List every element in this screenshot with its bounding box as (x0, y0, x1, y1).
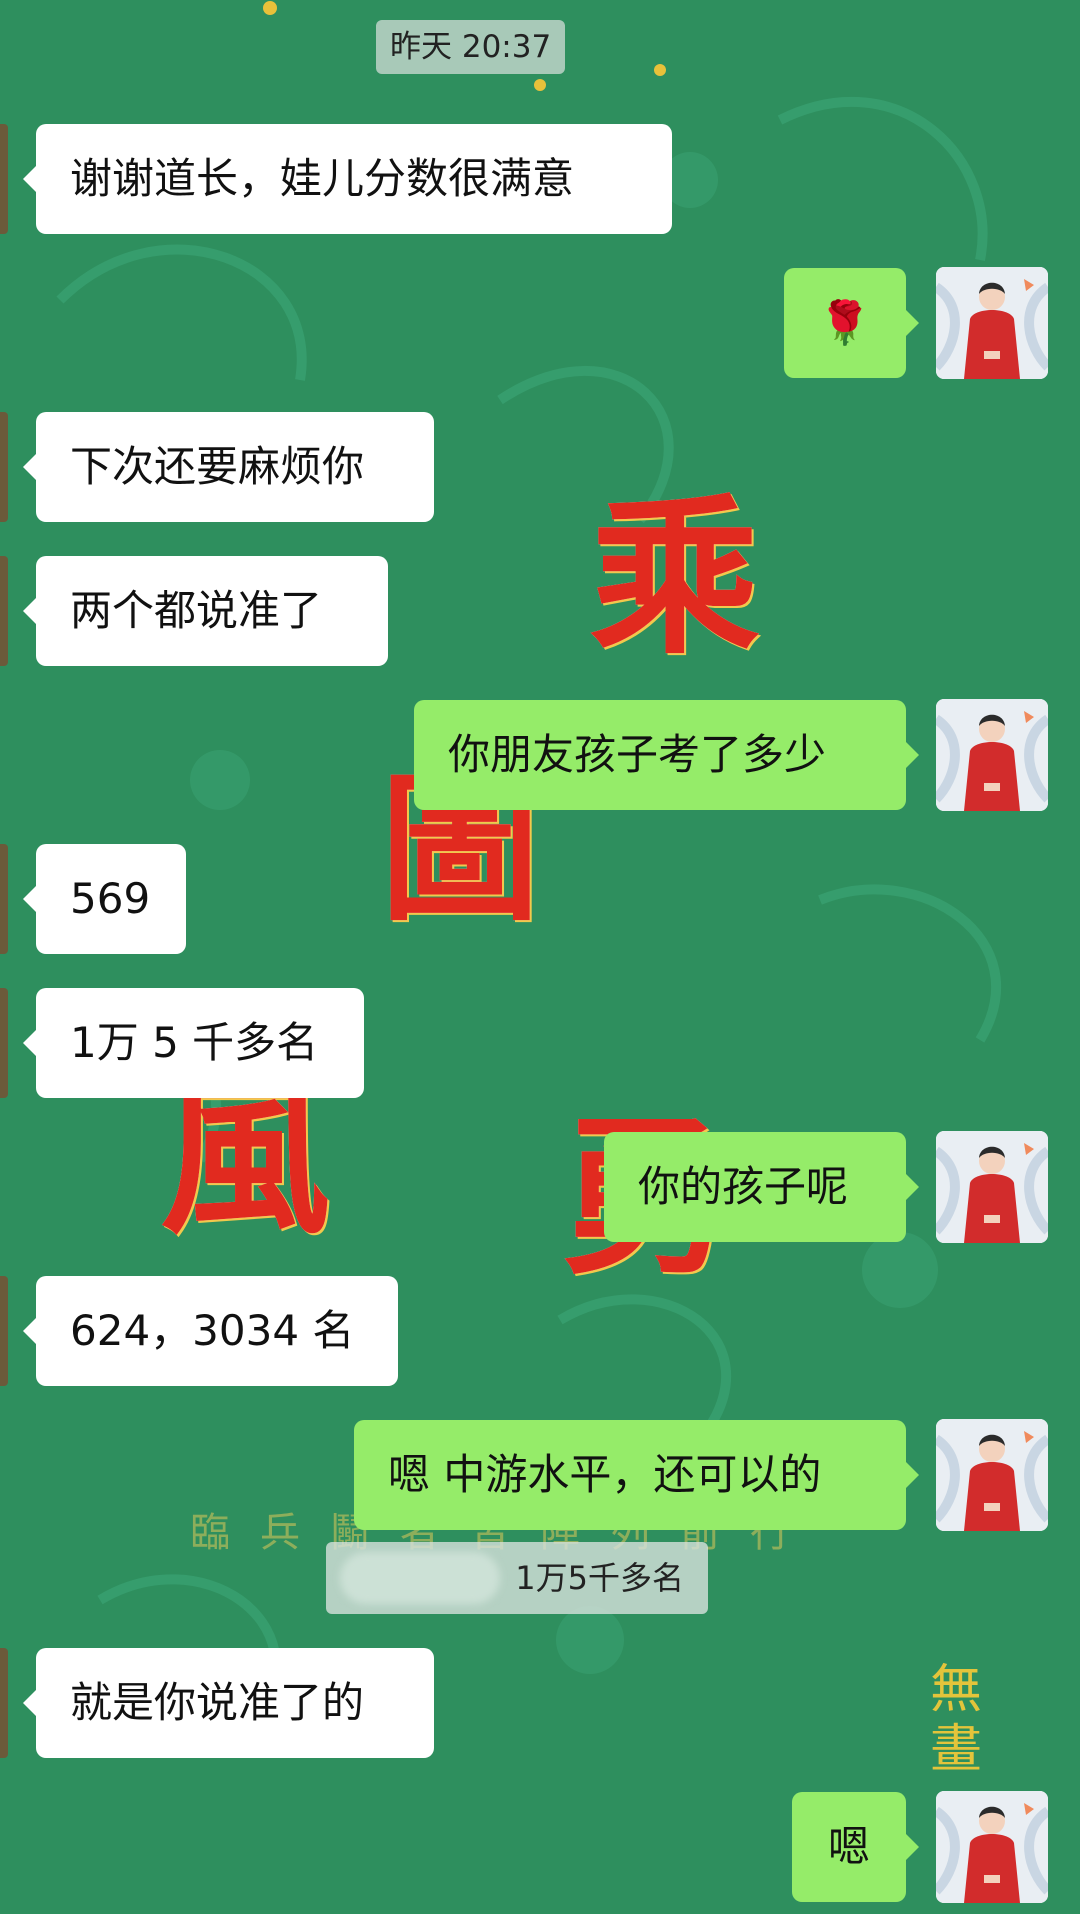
my-avatar[interactable] (936, 1419, 1048, 1531)
my-avatar[interactable] (936, 1791, 1048, 1903)
message-bubble[interactable]: 624，3034 名 (23, 1276, 398, 1386)
background-signature: 無畫 (930, 1660, 983, 1780)
contact-avatar[interactable] (0, 556, 8, 666)
message-bubble[interactable]: 谢谢道长，娃儿分数很满意 (23, 124, 672, 234)
contact-avatar[interactable] (0, 844, 8, 954)
contact-avatar[interactable] (0, 412, 8, 522)
message-bubble[interactable]: 你的孩子呢 (604, 1132, 919, 1242)
redacted-name (340, 1552, 500, 1604)
chat-background (37, 1, 1001, 1723)
my-avatar[interactable] (936, 267, 1048, 379)
message-bubble[interactable]: 1万 5 千多名 (23, 988, 364, 1098)
contact-avatar[interactable] (0, 1648, 8, 1758)
time-separator: 昨天 20:37 (376, 20, 566, 74)
message-bubble[interactable]: 下次还要麻烦你 (23, 412, 434, 522)
contact-avatar[interactable] (0, 124, 8, 234)
contact-avatar[interactable] (0, 988, 8, 1098)
my-avatar[interactable] (936, 1131, 1048, 1243)
message-bubble[interactable]: 嗯 中游水平，还可以的 (354, 1420, 919, 1530)
message-bubble[interactable]: 🌹 (784, 268, 919, 378)
message-bubble[interactable]: 你朋友孩子考了多少 (414, 700, 919, 810)
background-stamp-1: 乘 (590, 478, 761, 678)
message-bubble[interactable]: 两个都说准了 (23, 556, 388, 666)
message-bubble[interactable]: 569 (23, 844, 186, 954)
my-avatar[interactable] (936, 699, 1048, 811)
message-bubble[interactable]: 嗯 (792, 1792, 919, 1902)
message-bubble[interactable]: 就是你说准了的 (23, 1648, 434, 1758)
contact-avatar[interactable] (0, 1276, 8, 1386)
